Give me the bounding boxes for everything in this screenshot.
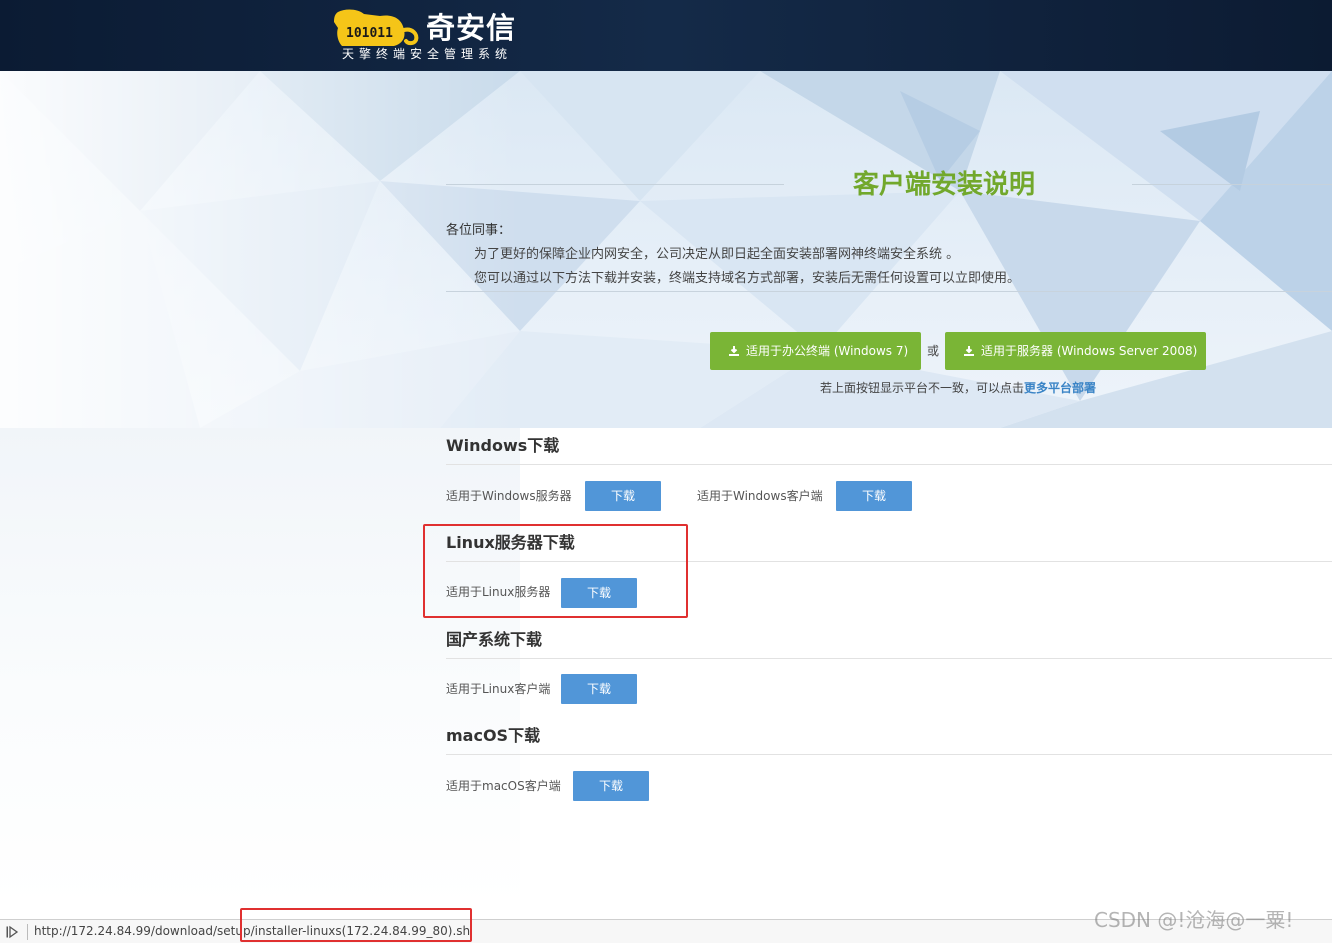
domestic-section-divider bbox=[446, 658, 1332, 659]
platform-hint: 若上面按钮显示平台不一致，可以点击更多平台部署 bbox=[820, 380, 1096, 396]
windows-server-download-button[interactable]: 下载 bbox=[585, 481, 661, 511]
windows-client-download-button[interactable]: 下载 bbox=[836, 481, 912, 511]
title-rule-left bbox=[446, 184, 784, 185]
brand-logo[interactable]: 101011 奇安信 天擎终端安全管理系统 bbox=[332, 6, 532, 66]
page-status-icon bbox=[6, 925, 19, 939]
watermark-text: CSDN @!沧海@一粟! bbox=[1094, 908, 1294, 932]
greeting-text: 各位同事： bbox=[446, 223, 512, 238]
macos-client-label: 适用于macOS客户端 bbox=[446, 779, 561, 793]
download-server2008-button[interactable]: 适用于服务器 (Windows Server 2008) bbox=[945, 332, 1206, 370]
windows-server-label: 适用于Windows服务器 bbox=[446, 489, 572, 503]
linux-highlight-box bbox=[423, 524, 688, 618]
more-platforms-link[interactable]: 更多平台部署 bbox=[1024, 381, 1096, 395]
download-windows7-label: 适用于办公终端 (Windows 7) bbox=[746, 344, 909, 358]
page-title: 客户端安装说明 bbox=[853, 170, 1036, 200]
platform-hint-text: 若上面按钮显示平台不一致，可以点击 bbox=[820, 381, 1025, 395]
or-separator: 或 bbox=[927, 344, 940, 358]
tiger-logo-icon: 101011 bbox=[334, 9, 419, 46]
linux-client-download-button[interactable]: 下载 bbox=[561, 674, 637, 704]
download-windows7-button[interactable]: 适用于办公终端 (Windows 7) bbox=[710, 332, 921, 370]
download-icon bbox=[729, 346, 739, 356]
macos-client-download-button[interactable]: 下载 bbox=[573, 771, 649, 801]
url-highlight-box bbox=[240, 908, 472, 942]
brand-name: 奇安信 bbox=[426, 11, 517, 45]
windows-client-label: 适用于Windows客户端 bbox=[697, 489, 823, 503]
macos-section-divider bbox=[446, 754, 1332, 755]
intro-paragraph-1: 为了更好的保障企业内网安全，公司决定从即日起全面安装部署网神终端安全系统 。 bbox=[474, 247, 960, 262]
download-icon bbox=[964, 346, 974, 356]
product-subtitle: 天擎终端安全管理系统 bbox=[342, 47, 513, 61]
intro-divider bbox=[446, 291, 1332, 292]
page-root: 101011 奇安信 天擎终端安全管理系统 客户端安装说明 各位同事： 为了更好… bbox=[0, 0, 1332, 943]
intro-paragraph-2: 您可以通过以下方法下载并安装，终端支持域名方式部署，安装后无需任何设置可以立即使… bbox=[474, 271, 1021, 286]
hero-left-fade bbox=[0, 71, 520, 428]
download-server2008-label: 适用于服务器 (Windows Server 2008) bbox=[981, 344, 1198, 358]
svg-text:101011: 101011 bbox=[346, 26, 393, 41]
top-header: 101011 奇安信 天擎终端安全管理系统 bbox=[0, 0, 1332, 71]
lower-left-fade bbox=[0, 428, 520, 908]
title-rule-right bbox=[1132, 184, 1332, 185]
status-separator bbox=[27, 924, 28, 940]
macos-section-title: macOS下载 bbox=[446, 726, 541, 745]
linux-client-label: 适用于Linux客户端 bbox=[446, 682, 551, 696]
windows-section-divider bbox=[446, 464, 1332, 465]
hero-banner: 客户端安装说明 各位同事： 为了更好的保障企业内网安全，公司决定从即日起全面安装… bbox=[0, 71, 1332, 428]
windows-section-title: Windows下载 bbox=[446, 436, 560, 455]
domestic-section-title: 国产系统下载 bbox=[446, 630, 543, 649]
